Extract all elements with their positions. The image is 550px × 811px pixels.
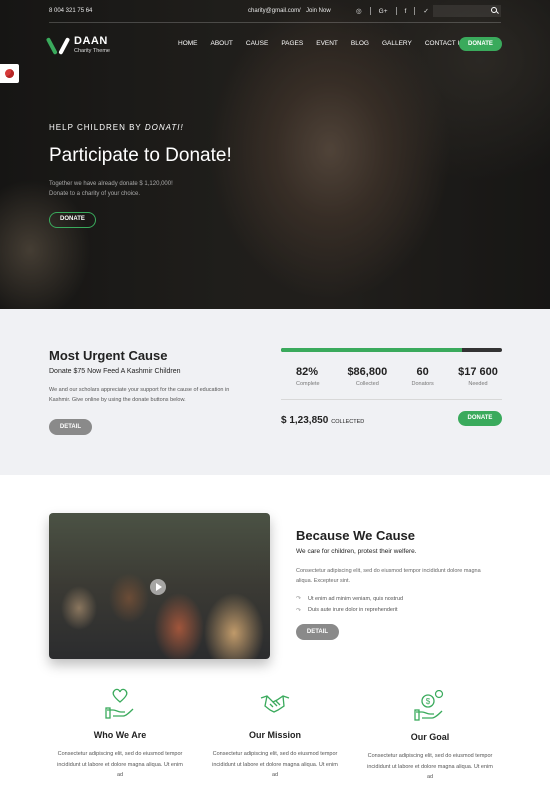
donation-progress-bar [281,348,502,352]
brand-tagline: Charity Theme [74,48,110,54]
urgent-description: We and our scholars appreciate your supp… [49,387,230,403]
email-link[interactable]: charity@gmail.com [248,8,299,14]
logo-mark-icon [49,36,69,54]
stat-label: Needed [468,381,488,387]
feature-text: Consectetur adipiscing elit, sed do eius… [57,751,183,778]
list-item: ↷ Ut enim ad minim veniam, quis nostrud [296,593,403,605]
collected-amount: $ 1,23,850 [281,415,329,426]
feature-our-goal: $ Our Goal Consectetur adipiscing elit, … [365,690,495,783]
urgent-cause-section: Most Urgent Cause Donate $75 Now Feed A … [0,309,550,475]
list-item: ↷ Duis aute irure dolor in reprehenderit [296,605,403,617]
top-bar: 8 004 321 75 64 charity@gmail.com / Join… [49,0,501,23]
feature-text: Consectetur adipiscing elit, sed do eius… [212,751,338,778]
social-divider [369,7,371,15]
arrow-icon: ↷ [296,596,302,603]
hero-section: 8 004 321 75 64 charity@gmail.com / Join… [0,0,550,309]
facebook-icon[interactable]: f [405,8,407,15]
hero-donate-button[interactable]: DONATE [49,212,96,228]
hand-coin-icon: $ [414,690,444,721]
stat-complete: 82% Complete [281,366,336,387]
main-nav: HOME ABOUT CAUSE PAGES EVENT BLOG GALLER… [178,40,480,47]
handshake-icon [260,695,290,713]
cause-list: ↷ Ut enim ad minim veniam, quis nostrud ↷… [296,593,403,616]
stat-collected: $86,800 Collected [343,366,391,387]
list-item-text: Duis aute irure dolor in reprehenderit [308,607,398,614]
nav-item-cause[interactable]: CAUSE [246,40,268,47]
join-now-link[interactable]: Join Now [306,8,331,14]
phone-number: 8 004 321 75 64 [49,8,93,14]
feature-text: Consectetur adipiscing elit, sed do eius… [367,753,493,780]
progress-fill [281,348,463,352]
stat-value: $86,800 [347,366,388,378]
feature-title: Our Mission [248,730,301,740]
hero-text: Together we have already donate $ 1,120,… [49,181,173,197]
stat-donators: 60 Donators [399,366,447,387]
nav-donate-button[interactable]: DONATE [459,37,502,51]
nav-item-blog[interactable]: BLOG [351,40,369,47]
cause-title: Because We Cause [296,528,415,543]
nav-item-home[interactable]: HOME [178,40,198,47]
play-icon[interactable] [150,579,166,595]
nav-item-pages[interactable]: PAGES [281,40,303,47]
urgent-subtitle: Donate $75 Now Feed A Kashmir Children [49,368,181,375]
arrow-icon: ↷ [296,607,302,614]
stats-divider [281,399,502,400]
nav-item-about[interactable]: ABOUT [211,40,233,47]
social-divider [414,7,416,15]
social-links: ◎ G+ f ✓ [356,7,429,15]
svg-text:$: $ [426,697,431,706]
feature-title: Who We Are [93,730,147,740]
hand-heart-icon [105,688,134,719]
stat-needed: $17 600 Needed [454,366,502,387]
list-item-text: Ut enim ad minim veniam, quis nostrud [308,595,404,602]
nav-item-event[interactable]: EVENT [316,40,338,47]
feature-title: Our Goal [410,732,450,742]
topbar-separator: / [299,8,301,14]
cause-detail-button[interactable]: DETAIL [296,624,339,640]
hero-tag-prefix: HELP CHILDREN BY [49,123,142,132]
collected-label: COLLECTED [331,419,365,425]
stat-value: $17 600 [458,366,498,378]
brand-name: DAAN [74,35,108,47]
stat-label: Complete [296,381,320,387]
collected-total: $ 1,23,850 COLLECTED [281,415,364,426]
stat-value: 82% [296,366,319,378]
urgent-title: Most Urgent Cause [49,348,168,363]
social-divider [395,7,397,15]
brand-logo[interactable]: DAAN Charity Theme [49,35,110,54]
urgent-detail-button[interactable]: DETAIL [49,419,92,435]
side-widget-icon[interactable] [0,64,19,83]
hero-title: Participate to Donate! [49,145,232,166]
search-input[interactable] [433,5,501,17]
stat-value: 60 [416,366,429,378]
cause-subtitle: We care for children, protest their welf… [296,548,417,555]
hero-tag-italic: DONATI! [144,123,184,132]
feature-who-we-are: Who We Are Consectetur adipiscing elit, … [55,688,185,781]
urgent-donate-button[interactable]: DONATE [458,411,502,426]
cause-description: Consectetur adipiscing elit, sed do eius… [296,568,481,584]
nav-item-gallery[interactable]: GALLERY [382,40,412,47]
google-plus-icon[interactable]: G+ [379,8,388,15]
instagram-icon[interactable]: ◎ [356,7,362,15]
twitter-icon[interactable]: ✓ [423,7,428,15]
search-icon[interactable] [491,7,497,13]
cause-video[interactable] [49,513,270,659]
stat-label: Collected [355,381,379,387]
feature-our-mission: Our Mission Consectetur adipiscing elit,… [210,688,340,781]
hero-tagline: HELP CHILDREN BY DONATI! [49,123,184,132]
donation-stats: 82% Complete $86,800 Collected 60 Donato… [281,366,502,387]
stat-label: Donators [411,381,434,387]
